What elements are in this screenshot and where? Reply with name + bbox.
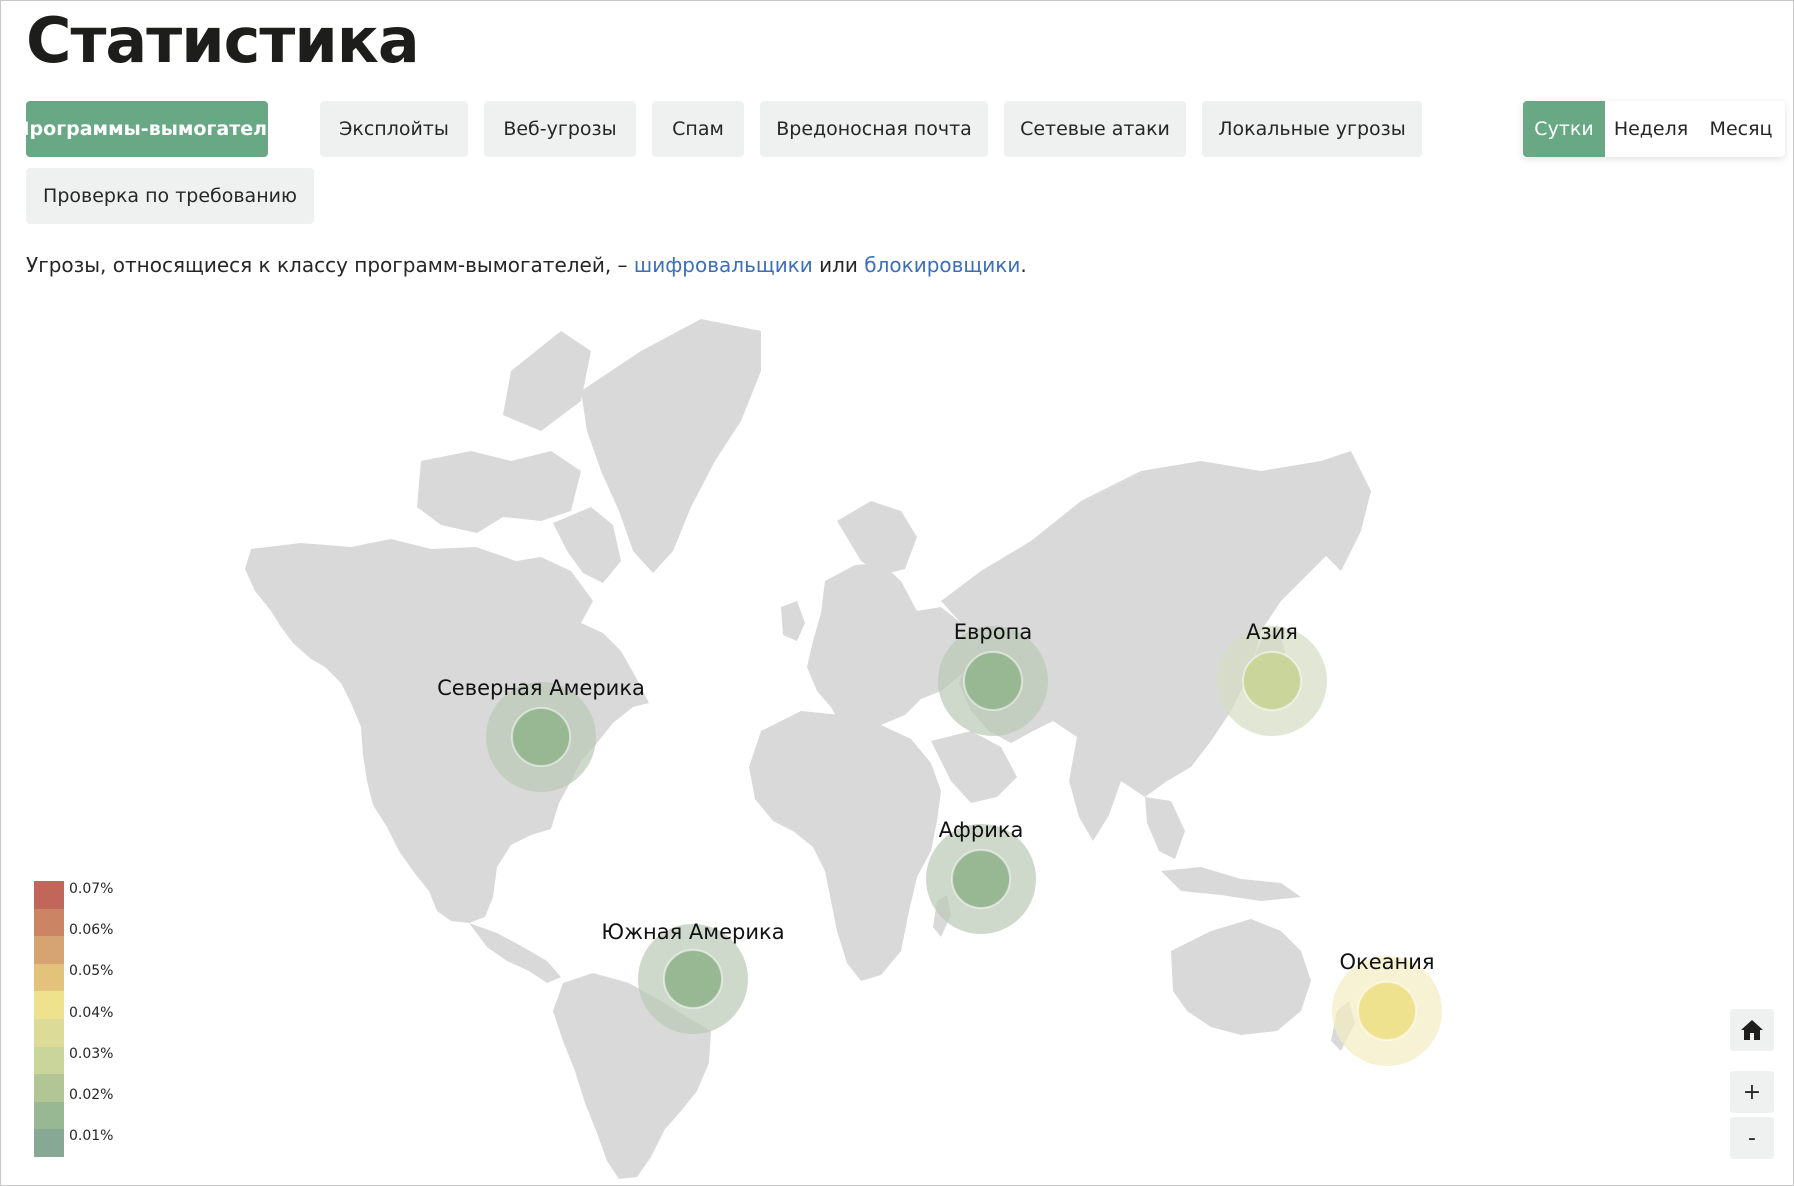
tab-malicious-mail[interactable]: Вредоносная почта xyxy=(760,101,988,157)
australia-shape xyxy=(1171,919,1311,1035)
tab-web-threats[interactable]: Веб-угрозы xyxy=(484,101,636,157)
description: Угрозы, относящиеся к классу программ-вы… xyxy=(26,253,1027,277)
land-masses xyxy=(245,319,1371,1179)
tab-spam[interactable]: Спам xyxy=(652,101,744,157)
region-label: Океания xyxy=(1339,950,1434,974)
legend-swatch xyxy=(34,991,64,1020)
middle-east-shape xyxy=(931,731,1017,803)
scandinavia-shape xyxy=(837,501,917,575)
legend-label: 0.03% xyxy=(69,1046,114,1062)
region-marker[interactable] xyxy=(1242,651,1302,711)
arctic-islands-shape xyxy=(417,451,581,533)
tab-local-threats[interactable]: Локальные угрозы xyxy=(1202,101,1422,157)
legend-swatch xyxy=(34,1019,64,1048)
region-marker[interactable] xyxy=(511,707,571,767)
legend-label: 0.02% xyxy=(69,1087,114,1103)
legend-swatch xyxy=(34,1046,64,1075)
zoom-out-button[interactable]: - xyxy=(1730,1117,1774,1159)
period-month[interactable]: Месяц xyxy=(1697,101,1785,157)
legend-label: 0.04% xyxy=(69,1005,114,1021)
legend-label: 0.05% xyxy=(69,963,114,979)
period-switcher: Сутки Неделя Месяц xyxy=(1523,101,1785,157)
page-frame: Статистика Программы-вымогатели Эксплойт… xyxy=(0,0,1794,1186)
legend-swatch xyxy=(34,1074,64,1103)
region-label: Южная Америка xyxy=(601,920,784,944)
legend: 0.07% 0.06% 0.05% 0.04% 0.03% 0.02% 0.01… xyxy=(34,881,154,1167)
link-encryptors[interactable]: шифровальщики xyxy=(634,253,813,277)
tab-ransomware[interactable]: Программы-вымогатели xyxy=(14,101,280,157)
region-marker[interactable] xyxy=(1357,981,1417,1041)
se-asia-shape xyxy=(1145,797,1185,859)
region-label: Африка xyxy=(939,818,1024,842)
legend-swatch xyxy=(34,881,64,910)
legend-swatch xyxy=(34,1129,64,1158)
region-label: Европа xyxy=(954,620,1032,644)
link-blockers[interactable]: блокировщики xyxy=(864,253,1020,277)
legend-swatch xyxy=(34,963,64,992)
world-map[interactable]: Северная Америка Европа Азия Африка Южная Ам… xyxy=(241,311,1561,1181)
indonesia-shape xyxy=(1161,867,1301,901)
legend-swatch xyxy=(34,1101,64,1130)
world-map-svg: Северная Америка Европа Азия Африка Южная Ам… xyxy=(245,319,1442,1179)
ellesmere-shape xyxy=(503,331,591,431)
east-russia-shape xyxy=(1321,451,1371,571)
tab-network-attacks[interactable]: Сетевые атаки xyxy=(1004,101,1186,157)
region-label: Северная Америка xyxy=(437,676,645,700)
page-title: Статистика xyxy=(26,4,420,77)
tab-exploits[interactable]: Эксплойты xyxy=(320,101,468,157)
period-day[interactable]: Сутки xyxy=(1523,101,1605,157)
legend-label: 0.07% xyxy=(69,881,114,897)
period-week[interactable]: Неделя xyxy=(1605,101,1697,157)
legend-label: 0.06% xyxy=(69,922,114,938)
legend-label: 0.01% xyxy=(69,1128,114,1144)
uk-shape xyxy=(781,601,805,641)
description-prefix: Угрозы, относящиеся к классу программ-вы… xyxy=(26,253,634,277)
legend-swatch xyxy=(34,936,64,965)
tab-on-demand-scan[interactable]: Проверка по требованию xyxy=(26,168,314,224)
region-marker[interactable] xyxy=(951,849,1011,909)
description-mid: или xyxy=(812,253,865,277)
legend-swatch xyxy=(34,908,64,937)
zoom-in-button[interactable]: + xyxy=(1730,1071,1774,1113)
region-marker[interactable] xyxy=(663,949,723,1009)
home-button[interactable] xyxy=(1730,1009,1774,1051)
description-suffix: . xyxy=(1020,253,1027,277)
region-label: Азия xyxy=(1246,620,1298,644)
home-icon xyxy=(1741,1020,1763,1040)
central-america-shape xyxy=(469,923,561,983)
region-marker[interactable] xyxy=(963,651,1023,711)
